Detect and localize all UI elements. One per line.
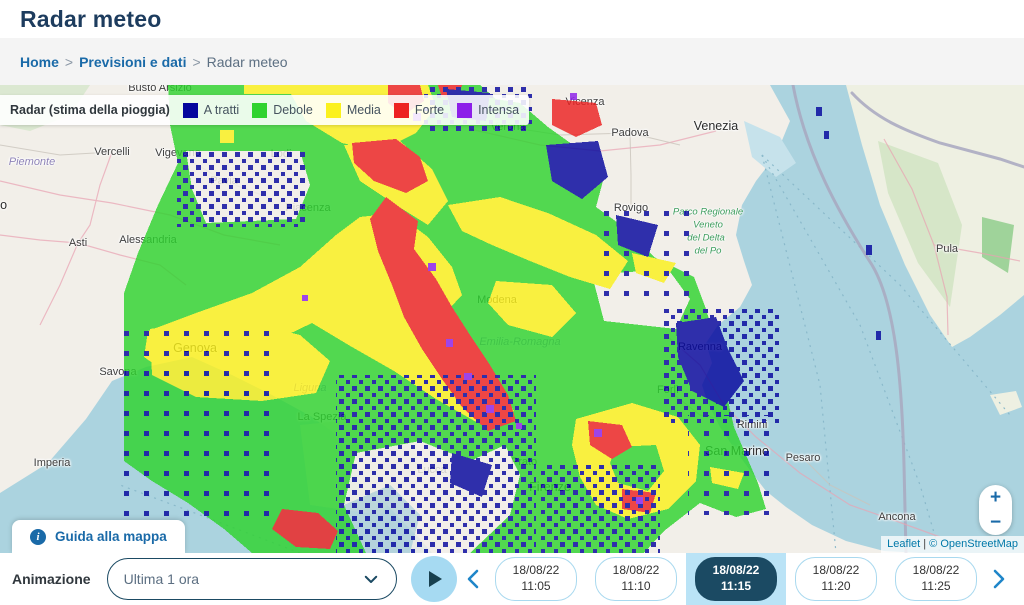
radar-overlay	[0, 85, 1024, 553]
radar-legend: Radar (stima della pioggia) A tratti Deb…	[0, 95, 529, 125]
legend-item: A tratti	[183, 103, 239, 118]
map-zoom-control: + −	[979, 485, 1012, 535]
legend-title: Radar (stima della pioggia)	[10, 103, 170, 117]
page-header: Radar meteo	[0, 0, 1024, 38]
timeline-step: 18/08/22 11:25	[886, 553, 986, 605]
animation-label: Animazione	[12, 571, 91, 587]
play-button[interactable]	[411, 556, 457, 602]
radar-meteo-page: Radar meteo Home > Previsioni e dati > R…	[0, 0, 1024, 605]
breadcrumb: Home > Previsioni e dati > Radar meteo	[0, 38, 1024, 85]
legend-item: Forte	[394, 103, 444, 118]
openstreetmap-link[interactable]: © OpenStreetMap	[929, 538, 1018, 550]
legend-item: Debole	[252, 103, 313, 118]
breadcrumb-separator: >	[192, 54, 200, 70]
timeline-step: 18/08/22 11:20	[786, 553, 886, 605]
animation-bar: Animazione Ultima 1 ora 18/08/22 11:05	[0, 553, 1024, 605]
breadcrumb-separator: >	[65, 54, 73, 70]
zoom-in-button[interactable]: +	[979, 485, 1012, 510]
legend-item: Intensa	[457, 103, 519, 118]
radar-map[interactable]: Busto ArsizioVicenzaVeronaPadovaVeneziaR…	[0, 85, 1024, 553]
timeline-step: 18/08/22 11:10	[586, 553, 686, 605]
page-title: Radar meteo	[20, 6, 1004, 33]
timeline-step-button[interactable]: 18/08/22 11:10	[595, 557, 677, 601]
interval-select[interactable]: Ultima 1 ora	[107, 558, 397, 600]
timeline-prev-button[interactable]	[460, 553, 486, 605]
legend-swatch	[326, 103, 341, 118]
timeline-step-button[interactable]: 18/08/22 11:05	[495, 557, 577, 601]
timeline-step: 18/08/22 11:05	[486, 553, 586, 605]
map-guide-button[interactable]: i Guida alla mappa	[12, 520, 185, 553]
chevron-down-icon	[362, 570, 380, 588]
play-icon	[424, 569, 444, 589]
chevron-left-icon	[464, 568, 482, 590]
legend-swatch	[394, 103, 409, 118]
attribution-separator: |	[923, 538, 926, 550]
timeline-step: 18/08/22 11:15	[686, 553, 786, 605]
timeline-step-button[interactable]: 18/08/22 11:15	[695, 557, 777, 601]
breadcrumb-home-link[interactable]: Home	[20, 54, 59, 70]
legend-swatch	[252, 103, 267, 118]
breadcrumb-current: Radar meteo	[207, 54, 288, 70]
map-attribution: Leaflet | © OpenStreetMap	[881, 536, 1024, 553]
map-guide-label: Guida alla mappa	[55, 529, 167, 544]
timeline-next-button[interactable]	[986, 553, 1012, 605]
interval-select-value: Ultima 1 ora	[124, 571, 199, 587]
info-icon: i	[30, 529, 46, 545]
timeline-step-button[interactable]: 18/08/22 11:20	[795, 557, 877, 601]
breadcrumb-previsioni-link[interactable]: Previsioni e dati	[79, 54, 186, 70]
legend-swatch	[183, 103, 198, 118]
chevron-right-icon	[990, 568, 1008, 590]
legend-swatch	[457, 103, 472, 118]
timeline-step-button[interactable]: 18/08/22 11:25	[895, 557, 977, 601]
legend-item: Media	[326, 103, 381, 118]
timeline: 18/08/22 11:05 18/08/22 11:10 18/08/22 1…	[460, 553, 1012, 605]
leaflet-link[interactable]: Leaflet	[887, 538, 920, 550]
